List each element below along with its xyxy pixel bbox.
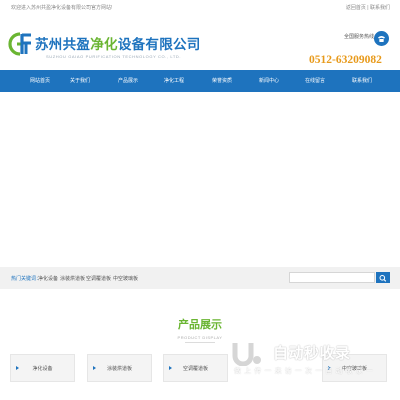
nav-item-news[interactable]: 新闻中心 (246, 70, 292, 92)
category-label: 空调覆道板 (182, 366, 208, 372)
top-bar: 欢迎进入苏州共盈净化设备有限公司官方网站! 返回首页 | 联系我们 (0, 0, 400, 16)
search-input[interactable] (289, 272, 375, 283)
category-card-hvac-panel[interactable]: 空调覆道板 (163, 354, 228, 382)
phone-number: 0512-63209082 (309, 54, 382, 66)
watermark-text: 自动秒收录 (273, 345, 351, 362)
category-label: 净化设备 (32, 366, 53, 372)
nav-item-products[interactable]: 产品展示 (105, 70, 151, 92)
contact-link[interactable]: 联系我们 (370, 5, 390, 11)
company-name-part3: 设备有限公司 (117, 37, 201, 52)
watermark: 自动秒收录 做 上 传 一 来 访 一 次 一 自 动 收 录 一 (232, 340, 384, 380)
company-name-en: SUZHOU GAIAO PURIFICATION TECHNOLOGY CO.… (46, 54, 182, 59)
nav-item-honors[interactable]: 荣誉资质 (199, 70, 245, 92)
phone-icon (374, 31, 389, 46)
section-divider (185, 342, 215, 343)
nav-item-contact[interactable]: 联系我们 (339, 70, 385, 92)
home-link[interactable]: 返回首页 (346, 5, 366, 11)
search-icon (379, 275, 387, 282)
hotline-label: 全国服务热线 (344, 34, 375, 40)
site-header: 苏州共盈净化设备有限公司 SUZHOU GAIAO PURIFICATION T… (0, 16, 400, 70)
main-nav: 网站首页 关于我们 产品展示 净化工程 荣誉资质 新闻中心 在线留言 联系我们 (0, 70, 400, 92)
company-name-part2: 净化 (90, 37, 118, 52)
company-name-part1: 苏州共盈 (35, 37, 91, 52)
watermark-logo-icon (232, 343, 261, 366)
banner-area (0, 92, 400, 267)
top-links: 返回首页 | 联系我们 (346, 4, 390, 11)
category-card-coating-panel[interactable]: 涂装烘道板 (87, 354, 152, 382)
keyword-link[interactable]: 空调覆道板 (86, 275, 111, 282)
keywords-label: 热门关键词： (11, 276, 42, 282)
company-name: 苏州共盈净化设备有限公司 (35, 33, 201, 53)
keyword-link[interactable]: 涂装烘道板 (60, 275, 85, 282)
gy-logo-icon[interactable] (8, 29, 34, 59)
watermark-subtext: 做 上 传 一 来 访 一 次 一 自 动 收 录 一 (234, 368, 374, 375)
keyword-link[interactable]: 中空玻璃板 (113, 275, 138, 282)
products-title: 产品展示 (178, 319, 222, 331)
category-label: 涂装烘道板 (106, 366, 132, 372)
keyword-link[interactable]: 净化设备 (38, 275, 58, 282)
nav-item-message[interactable]: 在线留言 (292, 70, 338, 92)
nav-item-projects[interactable]: 净化工程 (151, 70, 197, 92)
search-button[interactable] (376, 272, 390, 283)
welcome-text: 欢迎进入苏州共盈净化设备有限公司官方网站! (11, 5, 113, 11)
nav-item-about[interactable]: 关于我们 (57, 70, 103, 92)
category-card-purification[interactable]: 净化设备 (10, 354, 75, 382)
